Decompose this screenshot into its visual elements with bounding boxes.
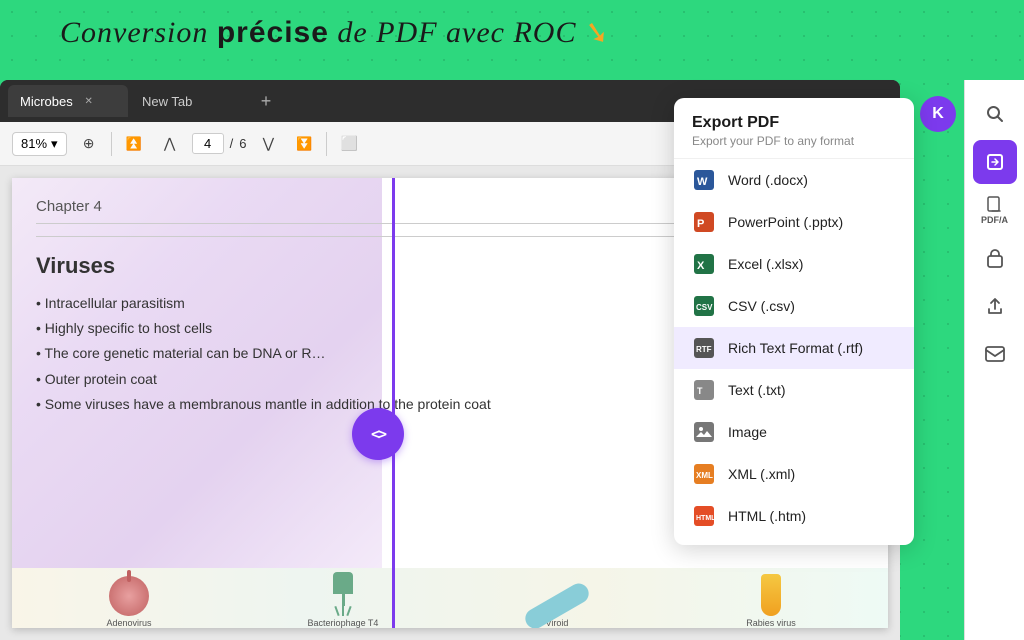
- svg-text:W: W: [697, 176, 708, 188]
- code-overlay-btn[interactable]: <>: [352, 408, 404, 460]
- export-text[interactable]: T Text (.txt): [674, 369, 914, 411]
- html-icon: HTML: [692, 504, 716, 528]
- micro-viroid: Viroid: [460, 586, 654, 628]
- micro-rabies: Rabies virus: [674, 574, 868, 628]
- micro-label-3: Viroid: [460, 618, 654, 628]
- micro-label-4: Rabies virus: [674, 618, 868, 628]
- csv-icon: CSV: [692, 294, 716, 318]
- page-input[interactable]: [192, 133, 224, 154]
- svg-text:RTF: RTF: [696, 345, 712, 354]
- export-html[interactable]: HTML HTML (.htm): [674, 495, 914, 537]
- first-page-btn[interactable]: ⏫: [120, 130, 148, 158]
- lock-sidebar-btn[interactable]: [973, 236, 1017, 280]
- image-icon: [692, 420, 716, 444]
- svg-text:X: X: [697, 260, 705, 272]
- zoom-chevron: ▾: [51, 136, 58, 152]
- banner: Conversion précise de PDF avec ROC ➘: [60, 12, 608, 54]
- prev-page-btn[interactable]: ⋀: [156, 130, 184, 158]
- tab-new[interactable]: New Tab: [130, 85, 250, 117]
- image-strip: Adenovirus Bacteriophage T4: [12, 568, 888, 628]
- zoom-value: 81%: [21, 136, 47, 151]
- export-title: Export PDF: [692, 114, 896, 132]
- last-page-btn[interactable]: ⏬: [290, 130, 318, 158]
- pdfa-label: PDF/A: [981, 216, 1008, 225]
- svg-text:HTML: HTML: [696, 515, 714, 522]
- export-excel-label: Excel (.xlsx): [728, 256, 803, 272]
- convert-icon: [985, 152, 1005, 172]
- lock-icon: [986, 248, 1004, 268]
- banner-text: Conversion précise de PDF avec ROC: [60, 16, 576, 50]
- tab-new-label: New Tab: [142, 94, 192, 109]
- micro-label-2: Bacteriophage T4: [246, 618, 440, 628]
- rtf-icon: RTF: [692, 336, 716, 360]
- word-icon: W: [692, 168, 716, 192]
- tab-microbes-close[interactable]: ✕: [81, 93, 97, 109]
- svg-text:CSV: CSV: [696, 303, 713, 312]
- search-sidebar-btn[interactable]: [973, 92, 1017, 136]
- user-initial: K: [932, 105, 944, 123]
- micro-adenovirus: Adenovirus: [32, 576, 226, 628]
- mail-icon: [985, 346, 1005, 362]
- export-excel[interactable]: X Excel (.xlsx): [674, 243, 914, 285]
- page-total: 6: [239, 136, 246, 151]
- export-rtf[interactable]: RTF Rich Text Format (.rtf): [674, 327, 914, 369]
- banner-arrow: ➘: [583, 10, 611, 55]
- export-rtf-label: Rich Text Format (.rtf): [728, 340, 863, 356]
- export-subtitle: Export your PDF to any format: [692, 134, 896, 148]
- export-word-label: Word (.docx): [728, 172, 808, 188]
- page-nav: / 6: [192, 133, 247, 154]
- search-icon: [985, 104, 1005, 124]
- export-xml-label: XML (.xml): [728, 466, 795, 482]
- export-html-label: HTML (.htm): [728, 508, 806, 524]
- user-avatar[interactable]: K: [920, 96, 956, 132]
- export-word[interactable]: W Word (.docx): [674, 159, 914, 201]
- export-csv[interactable]: CSV CSV (.csv): [674, 285, 914, 327]
- powerpoint-icon: P: [692, 210, 716, 234]
- export-powerpoint-label: PowerPoint (.pptx): [728, 214, 843, 230]
- text-icon: T: [692, 378, 716, 402]
- micro-bacteriophage: Bacteriophage T4: [246, 572, 440, 628]
- zoom-control[interactable]: 81% ▾: [12, 132, 67, 156]
- export-csv-label: CSV (.csv): [728, 298, 795, 314]
- export-header: Export PDF Export your PDF to any format: [674, 98, 914, 159]
- tab-microbes[interactable]: Microbes ✕: [8, 85, 128, 117]
- svg-text:T: T: [697, 386, 703, 396]
- pdfa-sidebar-btn[interactable]: PDF/A: [973, 188, 1017, 232]
- pdf-icon: [986, 196, 1004, 214]
- export-image-label: Image: [728, 424, 767, 440]
- export-powerpoint[interactable]: P PowerPoint (.pptx): [674, 201, 914, 243]
- present-btn[interactable]: ⬜: [335, 130, 363, 158]
- next-page-btn[interactable]: ⋁: [254, 130, 282, 158]
- svg-text:P: P: [697, 218, 704, 230]
- xml-icon: XML: [692, 462, 716, 486]
- export-dropdown: Export PDF Export your PDF to any format…: [674, 98, 914, 545]
- zoom-in-btn[interactable]: ⊕: [75, 130, 103, 158]
- share-icon: [986, 296, 1004, 316]
- right-sidebar: PDF/A: [964, 80, 1024, 640]
- toolbar-sep-2: [326, 132, 327, 156]
- excel-icon: X: [692, 252, 716, 276]
- new-tab-button[interactable]: +: [252, 87, 280, 115]
- page-sep: /: [230, 136, 234, 151]
- micro-label-1: Adenovirus: [32, 618, 226, 628]
- code-icon: <>: [371, 425, 385, 443]
- convert-sidebar-btn[interactable]: [973, 140, 1017, 184]
- svg-text:XML: XML: [696, 471, 713, 480]
- mail-sidebar-btn[interactable]: [973, 332, 1017, 376]
- export-xml[interactable]: XML XML (.xml): [674, 453, 914, 495]
- export-image[interactable]: Image: [674, 411, 914, 453]
- tab-microbes-label: Microbes: [20, 94, 73, 109]
- share-sidebar-btn[interactable]: [973, 284, 1017, 328]
- toolbar-sep-1: [111, 132, 112, 156]
- export-text-label: Text (.txt): [728, 382, 786, 398]
